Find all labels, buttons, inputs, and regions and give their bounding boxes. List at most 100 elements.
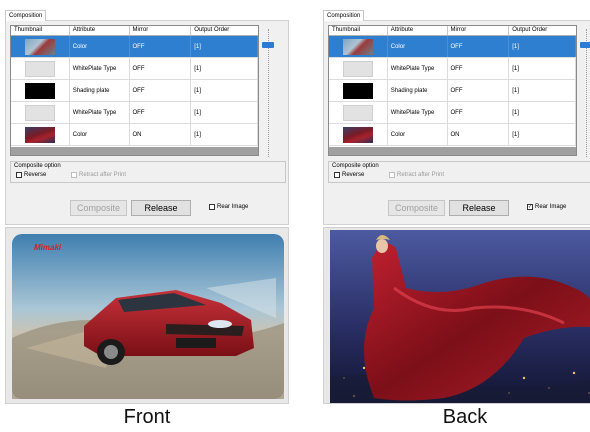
back-caption: Back — [442, 406, 488, 428]
attribute-cell: Color — [70, 124, 130, 145]
front-composition-panel: Composition Thumbnail Attribute Mirror O… — [5, 8, 289, 404]
attribute-cell: WhitePlate Type — [70, 102, 130, 123]
white-plate-thumbnail — [342, 105, 373, 121]
thumbnail-cell — [329, 80, 388, 101]
thumbnail-cell — [11, 102, 70, 123]
output-order-cell[interactable]: [1] — [509, 102, 576, 123]
output-order-cell[interactable]: [1] — [191, 124, 258, 145]
reverse-label: Reverse — [24, 172, 47, 178]
back-preview — [323, 227, 590, 404]
composition-frame: Thumbnail Attribute Mirror Output Order … — [323, 20, 590, 225]
retract-checkbox[interactable] — [71, 172, 77, 178]
output-order-cell[interactable]: [1] — [191, 102, 258, 123]
reverse-option[interactable]: Reverse — [334, 172, 364, 178]
mirror-cell[interactable]: OFF — [130, 36, 192, 57]
thumbnail-cell — [329, 58, 388, 79]
mirror-cell[interactable]: OFF — [130, 102, 192, 123]
attribute-cell: Color — [70, 36, 130, 57]
mirror-cell[interactable]: OFF — [448, 80, 510, 101]
column-header-attribute[interactable]: Attribute — [388, 26, 448, 35]
retract-checkbox[interactable] — [389, 172, 395, 178]
output-order-cell[interactable]: [1] — [191, 36, 258, 57]
output-order-cell[interactable]: [1] — [191, 58, 258, 79]
table-row[interactable]: WhitePlate Type OFF [1] — [11, 58, 258, 80]
rear-image-checkbox[interactable]: ✓ — [527, 204, 533, 210]
output-order-cell[interactable]: [1] — [191, 80, 258, 101]
composite-option-title: Composite option — [14, 163, 61, 169]
order-slider-track[interactable] — [586, 29, 587, 157]
column-header-thumbnail[interactable]: Thumbnail — [329, 26, 388, 35]
table-row[interactable]: WhitePlate Type OFF [1] — [11, 102, 258, 124]
back-composition-panel: Composition Thumbnail Attribute Mirror O… — [323, 8, 590, 404]
front-caption: Front — [123, 406, 171, 428]
mirror-cell[interactable]: OFF — [448, 36, 510, 57]
order-slider-thumb[interactable] — [262, 42, 274, 48]
release-button[interactable]: Release — [449, 200, 509, 216]
reverse-label: Reverse — [342, 172, 365, 178]
mirror-cell[interactable]: OFF — [130, 80, 192, 101]
front-preview: Mimaki — [5, 227, 289, 404]
table-row[interactable]: Color OFF [1] — [329, 36, 576, 58]
composition-frame: Thumbnail Attribute Mirror Output Order … — [5, 20, 289, 225]
layer-table: Thumbnail Attribute Mirror Output Order … — [328, 25, 577, 156]
table-row[interactable]: Color ON [1] — [11, 124, 258, 146]
reverse-checkbox[interactable] — [16, 172, 22, 178]
column-header-output-order[interactable]: Output Order — [191, 26, 258, 35]
thumbnail-cell — [329, 124, 388, 145]
rear-image-option[interactable]: ✓ Rear Image — [527, 204, 566, 210]
mirror-cell[interactable]: OFF — [448, 102, 510, 123]
white-plate-thumbnail — [24, 61, 55, 77]
table-row[interactable]: Shading plate OFF [1] — [11, 80, 258, 102]
mirror-cell[interactable]: OFF — [130, 58, 192, 79]
composite-button[interactable]: Composite — [70, 200, 127, 216]
attribute-cell: Color — [388, 36, 448, 57]
attribute-cell: WhitePlate Type — [388, 58, 448, 79]
table-row[interactable]: Color ON [1] — [329, 124, 576, 146]
retract-option[interactable]: Retract after Print — [71, 172, 126, 178]
composition-tab[interactable]: Composition — [5, 10, 47, 21]
column-header-output-order[interactable]: Output Order — [509, 26, 576, 35]
table-row[interactable]: Color OFF [1] — [11, 36, 258, 58]
table-header: Thumbnail Attribute Mirror Output Order — [11, 26, 258, 36]
retract-option[interactable]: Retract after Print — [389, 172, 444, 178]
output-order-cell[interactable]: [1] — [509, 58, 576, 79]
layer-table: Thumbnail Attribute Mirror Output Order … — [10, 25, 259, 156]
column-header-thumbnail[interactable]: Thumbnail — [11, 26, 70, 35]
composite-button[interactable]: Composite — [388, 200, 445, 216]
thumbnail-cell — [329, 102, 388, 123]
mimaki-logo: Mimaki — [34, 243, 62, 252]
composite-option-group: Composite option Reverse Retract after P… — [10, 161, 286, 183]
composition-tab[interactable]: Composition — [323, 10, 365, 21]
output-order-cell[interactable]: [1] — [509, 36, 576, 57]
order-slider-track[interactable] — [268, 29, 269, 157]
car-preview-image: Mimaki — [12, 234, 284, 399]
mirror-cell[interactable]: ON — [130, 124, 192, 145]
car-thumbnail — [342, 39, 373, 55]
rear-image-label: Rear Image — [217, 204, 249, 210]
dress-thumbnail — [24, 127, 55, 143]
mirror-cell[interactable]: ON — [448, 124, 510, 145]
column-header-attribute[interactable]: Attribute — [70, 26, 130, 35]
table-header: Thumbnail Attribute Mirror Output Order — [329, 26, 576, 36]
release-button[interactable]: Release — [131, 200, 191, 216]
table-row[interactable]: Shading plate OFF [1] — [329, 80, 576, 102]
mirror-cell[interactable]: OFF — [448, 58, 510, 79]
output-order-cell[interactable]: [1] — [509, 124, 576, 145]
thumbnail-cell — [11, 80, 70, 101]
reverse-checkbox[interactable] — [334, 172, 340, 178]
table-row[interactable]: WhitePlate Type OFF [1] — [329, 102, 576, 124]
reverse-option[interactable]: Reverse — [16, 172, 46, 178]
table-row[interactable]: WhitePlate Type OFF [1] — [329, 58, 576, 80]
column-header-mirror[interactable]: Mirror — [448, 26, 510, 35]
rear-image-option[interactable]: Rear Image — [209, 204, 248, 210]
output-order-cell[interactable]: [1] — [509, 80, 576, 101]
thumbnail-cell — [11, 36, 70, 57]
attribute-cell: Color — [388, 124, 448, 145]
composite-option-title: Composite option — [332, 163, 379, 169]
shading-plate-thumbnail — [24, 83, 55, 99]
column-header-mirror[interactable]: Mirror — [130, 26, 192, 35]
rear-image-checkbox[interactable] — [209, 204, 215, 210]
order-slider-thumb[interactable] — [580, 42, 590, 48]
retract-label: Retract after Print — [79, 172, 127, 178]
thumbnail-cell — [11, 124, 70, 145]
